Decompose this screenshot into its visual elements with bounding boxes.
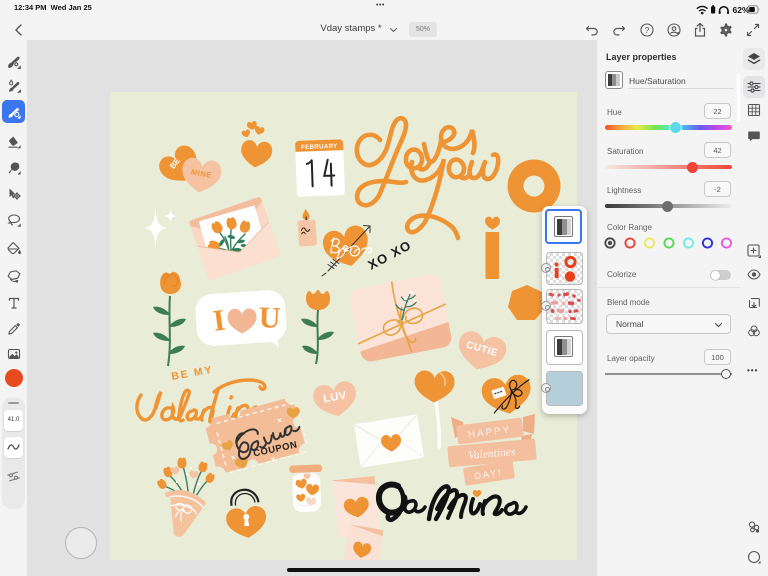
svg-text:62%: 62% [733, 5, 750, 15]
svg-text:?: ? [645, 25, 650, 35]
svg-text:BE MY: BE MY [170, 364, 214, 383]
svg-text:FEBRUARY: FEBRUARY [301, 143, 338, 151]
svg-text:U: U [258, 301, 281, 335]
svg-text:XO XO: XO XO [365, 237, 414, 272]
